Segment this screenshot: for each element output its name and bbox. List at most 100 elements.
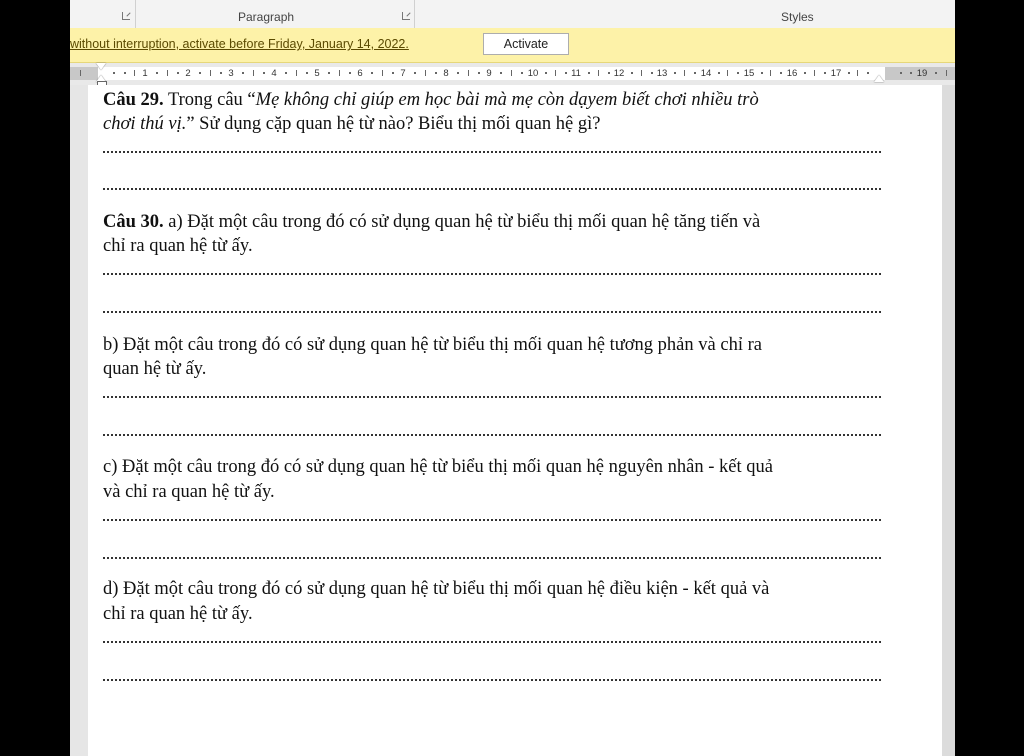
ruler-tick [780,72,782,74]
ruler-tick [167,70,168,76]
ruler-tick [737,72,739,74]
ruler-tick [555,70,556,76]
ruler-number: 15 [743,68,755,79]
ruler-tick [296,70,297,76]
font-dialog-launcher-icon[interactable] [122,12,130,20]
vertical-ruler [70,85,88,756]
ruler-tick [210,70,211,76]
ruler-tick [457,72,459,74]
question-30c-line-1: c) Đặt một câu trong đó có sử dụng quan … [103,457,773,477]
ribbon-separator [135,0,136,28]
ruler-tick [651,72,653,74]
ruler-tick [328,72,330,74]
question-29-line-1: Câu 29. Trong câu “Mẹ không chỉ giúp em … [103,88,883,112]
ruler-tick [425,70,426,76]
ribbon-separator [414,0,415,28]
first-line-indent-marker[interactable] [96,63,106,70]
ruler-tick [371,72,373,74]
ruler-tick [684,70,685,76]
ruler-tick [804,72,806,74]
answer-dotted-line[interactable] [103,679,881,681]
ruler-tick [134,70,135,76]
document-page[interactable]: Câu 29. Trong câu “Mẹ không chỉ giúp em … [88,85,942,756]
ruler-tick [468,70,469,76]
ruler-tick [156,72,158,74]
question-29-label: Câu 29. [103,90,164,110]
question-30d-line-2: chỉ ra quan hệ từ ấy. [103,604,253,624]
question-30a-line-1: Câu 30. a) Đặt một câu trong đó có sử dụ… [103,210,883,234]
ruler-number: 16 [786,68,798,79]
ruler-tick [565,72,567,74]
question-30b-line-2: quan hệ từ ấy. [103,359,207,379]
activation-message-bar: without interruption, activate before Fr… [70,28,955,63]
page-gutter [942,85,955,756]
answer-dotted-line[interactable] [103,188,881,190]
ruler-tick [674,72,676,74]
ruler-number: 11 [571,68,581,79]
ruler-tick [521,72,523,74]
ruler-tick [631,72,633,74]
ruler-number: 9 [486,68,492,79]
ruler-tick [545,72,547,74]
ruler-number: 4 [271,68,277,79]
answer-dotted-line[interactable] [103,557,881,559]
ruler-tick [694,72,696,74]
ruler-tick [177,72,179,74]
ruler-numbers: 1 2 3 4 5 6 7 8 9 10 11 12 13 14 15 16 1… [70,67,955,80]
styles-group-label: Styles [781,10,814,24]
paragraph-dialog-launcher-icon[interactable] [402,12,410,20]
activate-button[interactable]: Activate [483,33,569,55]
ruler-number: 17 [830,68,842,79]
ruler-tick [598,70,599,76]
question-29-text-after: ” Sử dụng cặp quan hệ từ nào? Biểu thị m… [186,114,601,134]
ruler-tick [946,70,947,76]
ruler-tick [199,72,201,74]
answer-dotted-line[interactable] [103,151,881,153]
word-window: Paragraph Styles without interruption, a… [70,0,955,756]
ruler-tick [478,72,480,74]
ruler-tick [124,72,126,74]
ruler-number: 1 [142,68,148,79]
ruler-tick [727,70,728,76]
ruler-number: 12 [613,68,625,79]
horizontal-ruler[interactable]: 1 2 3 4 5 6 7 8 9 10 11 12 13 14 15 16 1… [70,63,955,87]
ruler-number: 2 [185,68,191,79]
answer-dotted-line[interactable] [103,311,881,313]
ruler-tick [608,72,610,74]
answer-dotted-line[interactable] [103,434,881,436]
activation-message-link[interactable]: without interruption, activate before Fr… [70,37,409,51]
ruler-tick [900,72,902,74]
ruler-tick [414,72,416,74]
ruler-tick [641,70,642,76]
ruler-tick [220,72,222,74]
ruler-number: 7 [400,68,406,79]
ruler-tick [824,72,826,74]
ruler-tick [113,72,115,74]
paragraph-group-label: Paragraph [238,10,295,24]
ruler-tick [263,72,265,74]
ruler-tick [242,72,244,74]
ruler-tick [306,72,308,74]
question-30d-line-1: d) Đặt một câu trong đó có sử dụng quan … [103,579,770,599]
answer-dotted-line[interactable] [103,519,881,521]
ruler-number: 8 [443,68,449,79]
ruler-tick [285,72,287,74]
ruler-tick [382,70,383,76]
ruler-tick [848,72,850,74]
answer-dotted-line[interactable] [103,396,881,398]
ruler-tick [814,70,815,76]
ruler-tick [867,72,869,74]
question-29-quote-line-1: Mẹ không chỉ giúp em học bài mà mẹ còn d… [255,90,759,110]
question-29-text-before: Trong câu “ [163,90,256,110]
question-30a-text-line-1: a) Đặt một câu trong đó có sử dụng quan … [163,212,761,232]
ruler-tick [349,72,351,74]
ruler-tick [435,72,437,74]
question-30a-line-2: chỉ ra quan hệ từ ấy. [103,236,253,256]
ruler-tick [500,72,502,74]
answer-dotted-line[interactable] [103,273,881,275]
ruler-tick [770,70,771,76]
right-indent-marker[interactable] [874,75,884,82]
ruler-tick [339,70,340,76]
ruler-number: 5 [314,68,320,79]
answer-dotted-line[interactable] [103,641,881,643]
